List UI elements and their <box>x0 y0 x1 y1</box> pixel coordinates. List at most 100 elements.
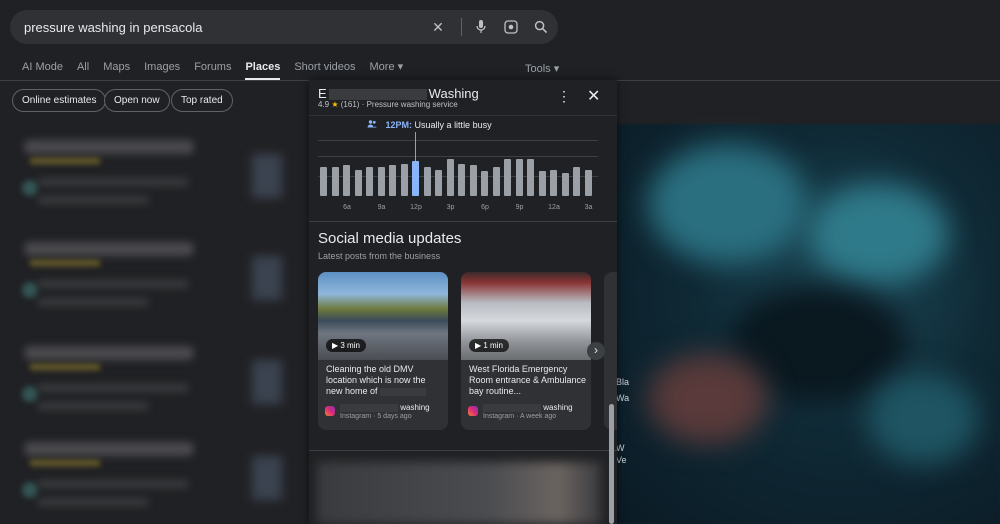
business-subtitle: 4.9 ★ (161) · Pressure washing service <box>318 100 458 109</box>
post-account: washing <box>340 403 430 412</box>
tab-places[interactable]: Places <box>245 60 281 80</box>
chart-bar[interactable] <box>412 161 419 196</box>
redacted-name <box>328 89 427 101</box>
chart-bar[interactable] <box>446 159 454 196</box>
section-divider <box>309 450 617 451</box>
chart-bar[interactable] <box>354 170 362 196</box>
chart-bar[interactable] <box>550 170 557 196</box>
search-bar[interactable]: pressure washing in pensacola ✕ <box>10 10 558 44</box>
chevron-right-icon[interactable]: › <box>587 342 605 360</box>
video-duration: ▶ 1 min <box>469 339 509 352</box>
social-media-subtitle: Latest posts from the business <box>318 251 441 261</box>
redacted-text <box>380 387 427 396</box>
section-divider <box>309 221 617 222</box>
close-icon[interactable]: ✕ <box>587 86 600 106</box>
blurred-content <box>317 462 601 524</box>
redacted-account <box>483 403 541 412</box>
duration-label: 1 min <box>483 341 503 350</box>
chart-tick-label: 9a <box>377 204 386 211</box>
account-suffix: washing <box>543 403 573 412</box>
chart-bar[interactable] <box>561 173 569 196</box>
microphone-icon[interactable] <box>468 14 494 40</box>
tab-all[interactable]: All <box>77 60 89 80</box>
map-labels: Bla Wa W Ve <box>616 376 629 466</box>
tab-ai-mode[interactable]: AI Mode <box>22 60 63 80</box>
social-post-card[interactable]: ▶ 1 min West Florida Emergency Room entr… <box>461 272 591 430</box>
tab-more[interactable]: More ▾ <box>370 60 404 80</box>
chart-bar[interactable] <box>538 171 546 196</box>
map-view[interactable] <box>608 124 1000 524</box>
search-input[interactable]: pressure washing in pensacola <box>24 20 425 35</box>
chart-bar[interactable] <box>527 159 534 196</box>
chart-bar[interactable] <box>389 165 396 196</box>
chart-bar[interactable] <box>423 167 431 196</box>
duration-label: 3 min <box>340 341 360 350</box>
post-meta: Instagram · 5 days ago <box>340 413 412 420</box>
social-post-card[interactable]: ▶ 3 min Cleaning the old DMV location wh… <box>318 272 448 430</box>
chart-bar[interactable] <box>435 170 442 196</box>
chart-tick-label: 6a <box>343 204 351 211</box>
tab-maps[interactable]: Maps <box>103 60 130 80</box>
account-suffix: washing <box>400 403 430 412</box>
chart-bar[interactable] <box>492 167 500 196</box>
chart-tick-label: 3p <box>446 204 455 211</box>
business-title-suffix: Washing <box>428 86 479 101</box>
chart-bar[interactable] <box>366 167 373 196</box>
business-title: E Washing <box>318 86 479 101</box>
map-label: Ve <box>616 455 627 465</box>
chart-bar[interactable] <box>458 164 465 196</box>
chart-bar[interactable] <box>343 165 350 196</box>
map-label: W <box>616 443 625 453</box>
chart-bar[interactable] <box>400 164 408 196</box>
chip-online-estimates[interactable]: Online estimates <box>12 89 107 112</box>
social-media-title: Social media updates <box>318 230 462 247</box>
review-count[interactable]: (161) <box>341 100 360 109</box>
business-title-prefix: E <box>318 86 327 101</box>
chart-bar[interactable] <box>584 170 592 196</box>
chip-open-now[interactable]: Open now <box>104 89 170 112</box>
clear-icon[interactable]: ✕ <box>425 14 451 40</box>
post-caption: West Florida Emergency Room entrance & A… <box>469 364 587 396</box>
business-panel: E Washing 4.9 ★ (161) · Pressure washing … <box>309 80 617 524</box>
chart-bar[interactable] <box>469 165 477 196</box>
business-category: Pressure washing service <box>366 100 458 109</box>
chart-tick-label: 9p <box>515 204 524 211</box>
search-icon[interactable] <box>528 14 554 40</box>
scrollbar[interactable] <box>609 404 614 524</box>
popular-times-chart[interactable]: 6a 9a 12p 3p 6p 9p 12a 3a <box>318 132 600 218</box>
busy-time: 12PM: <box>385 120 413 130</box>
tab-forums[interactable]: Forums <box>194 60 231 80</box>
chart-bar[interactable] <box>515 159 523 196</box>
chart-bar[interactable] <box>504 159 511 196</box>
video-duration: ▶ 3 min <box>326 339 366 352</box>
more-options-icon[interactable]: ⋮ <box>557 88 571 105</box>
tools-button[interactable]: Tools ▾ <box>525 62 559 75</box>
rating-value: 4.9 <box>318 100 330 109</box>
lens-icon[interactable] <box>498 14 524 40</box>
chart-gridline <box>318 156 598 157</box>
chart-tick-label: 6p <box>481 204 489 211</box>
chart-bar[interactable] <box>331 167 339 196</box>
chip-top-rated[interactable]: Top rated <box>171 89 233 112</box>
chart-bar[interactable] <box>320 167 327 196</box>
chart-bar[interactable] <box>377 167 385 196</box>
chart-bar[interactable] <box>573 167 580 196</box>
instagram-icon <box>468 406 478 416</box>
post-account: washing <box>483 403 573 412</box>
list-item[interactable] <box>18 236 283 322</box>
list-item[interactable] <box>18 134 283 220</box>
map-label: Bla <box>616 377 630 387</box>
search-tabs: AI Mode All Maps Images Forums Places Sh… <box>22 60 417 80</box>
busy-status: 12PM: Usually a little busy <box>367 120 492 130</box>
list-item[interactable] <box>18 340 283 426</box>
redacted-account <box>340 403 398 412</box>
list-item[interactable] <box>18 436 283 522</box>
post-meta: Instagram · A week ago <box>483 413 557 420</box>
chart-bar[interactable] <box>481 171 488 196</box>
instagram-icon <box>325 406 335 416</box>
tab-images[interactable]: Images <box>144 60 180 80</box>
tab-short-videos[interactable]: Short videos <box>294 60 355 80</box>
chart-gridline <box>318 140 598 141</box>
chart-tick-label: 12a <box>548 204 560 211</box>
map-label: Wa <box>616 393 630 403</box>
